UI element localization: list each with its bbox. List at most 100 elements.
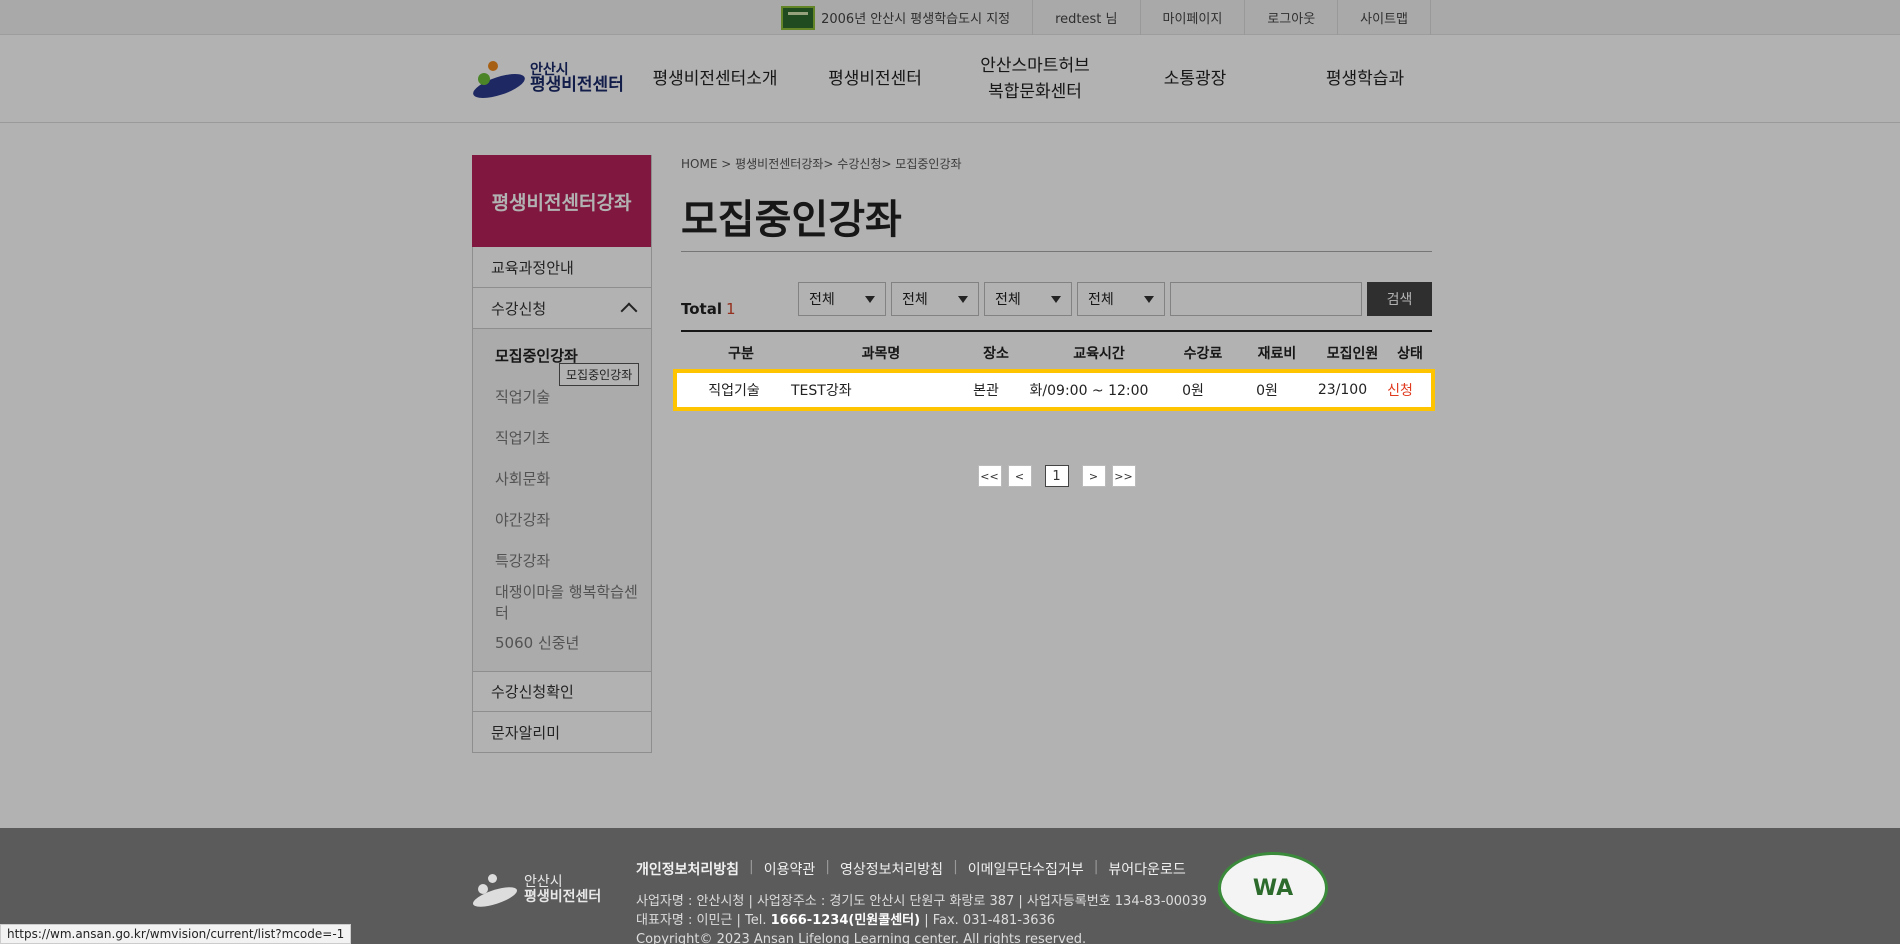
footer-copyright: Copyright© 2023 Ansan Lifelong Learning …	[636, 932, 1087, 944]
sidebar: 평생비전센터강좌 교육과정안내 수강신청 모집중인강좌 모집중인강좌 직업기술 …	[472, 155, 652, 753]
prev-page-button[interactable]: <	[1007, 465, 1032, 487]
nav-item-smarthub[interactable]: 안산스마트허브 복합문화센터	[950, 53, 1120, 106]
cell-course-name[interactable]: TEST강좌	[791, 380, 951, 400]
filter-select-3[interactable]: 전체	[984, 282, 1072, 316]
caret-down-icon	[958, 295, 968, 303]
sidebar-subitem-social-culture[interactable]: 사회문화	[473, 458, 651, 499]
main-nav: 평생비전센터소개 평생비전센터 안산스마트허브 복합문화센터 소통광장 평생학습…	[630, 35, 1460, 123]
sidebar-subitem-village-center[interactable]: 대쟁이마을 행복학습센터	[473, 581, 651, 622]
sidebar-submenu: 모집중인강좌 모집중인강좌 직업기술 직업기초 사회문화 야간강좌 특강강좌 대…	[472, 329, 651, 671]
apply-status-link[interactable]: 신청	[1380, 380, 1420, 400]
cell-fee: 0원	[1182, 383, 1204, 399]
col-header: 구분	[728, 346, 754, 362]
sidebar-item-sms[interactable]: 문자알리미	[472, 712, 651, 753]
sidebar-subitem-night[interactable]: 야간강좌	[473, 499, 651, 540]
award-badge-icon	[781, 5, 816, 30]
top-utility-bar: 2006년 안산시 평생학습도시 지정 redtest 님 마이페이지 로그아웃…	[0, 0, 1900, 35]
footer-link-email-refusal[interactable]: 이메일무단수집거부	[968, 859, 1084, 879]
last-page-button[interactable]: >>	[1111, 465, 1136, 487]
chevron-up-icon[interactable]	[620, 302, 638, 320]
select-value: 전체	[809, 292, 835, 308]
footer-tel: 1666-1234(민원콜센터)	[770, 913, 921, 928]
sidebar-item-label: 수강신청	[491, 299, 547, 318]
cell-category: 직업기술	[708, 383, 760, 399]
sidebar-item-enroll[interactable]: 수강신청	[472, 288, 651, 329]
footer-link-privacy[interactable]: 개인정보처리방침	[636, 859, 739, 879]
site-header: 안산시 평생비전센터 평생비전센터소개 평생비전센터 안산스마트허브 복합문화센…	[0, 35, 1900, 123]
table-header: 구분 과목명 장소 교육시간 수강료 재료비 모집인원 상태	[681, 330, 1432, 374]
main-content: HOME > 평생비전센터강좌> 수강신청> 모집중인강좌 모집중인강좌 Tot…	[681, 155, 1432, 374]
nav-item-center[interactable]: 평생비전센터	[800, 66, 950, 92]
table-row[interactable]: 직업기술 TEST강좌 본관 화/09:00 ~ 12:00 0원 0원 23/…	[673, 369, 1435, 411]
sidebar-item-course-info[interactable]: 교육과정안내	[472, 247, 651, 288]
lifelong-city-badge[interactable]: 2006년 안산시 평생학습도시 지정	[759, 0, 1032, 35]
caret-down-icon	[1051, 295, 1061, 303]
next-page-button[interactable]: >	[1081, 465, 1106, 487]
filter-select-2[interactable]: 전체	[891, 282, 979, 316]
sitemap-link[interactable]: 사이트맵	[1337, 0, 1431, 35]
nav-item-smarthub-line1: 안산스마트허브	[980, 55, 1090, 76]
filter-select-4[interactable]: 전체	[1077, 282, 1165, 316]
logo-text-large: 평생비전센터	[530, 75, 624, 96]
title-divider	[681, 251, 1432, 252]
nav-item-intro[interactable]: 평생비전센터소개	[630, 66, 800, 92]
search-button[interactable]: 검색	[1367, 282, 1432, 316]
user-name: redtest 님	[1032, 0, 1139, 35]
col-header: 모집인원	[1326, 346, 1379, 362]
footer-logo-large: 평생비전센터	[524, 889, 602, 905]
logout-link[interactable]: 로그아웃	[1244, 0, 1337, 35]
page-1-button[interactable]: 1	[1044, 465, 1069, 487]
col-header: 과목명	[861, 346, 901, 362]
footer-link-terms[interactable]: 이용약관	[764, 859, 816, 879]
sidebar-subitem-job-basic[interactable]: 직업기초	[473, 417, 651, 458]
sidebar-item-label: 수강신청확인	[491, 683, 574, 701]
total-number: 1	[725, 300, 736, 318]
footer-info-line2: 대표자명 : 이민근 | Tel. 1666-1234(민원콜센터) | Fax…	[636, 913, 1056, 928]
caret-down-icon	[865, 295, 875, 303]
pagination: << < 1 > >>	[681, 465, 1432, 487]
filter-select-1[interactable]: 전체	[798, 282, 886, 316]
col-header: 상태	[1397, 346, 1423, 362]
sidebar-subitem-job-skill[interactable]: 직업기술	[473, 376, 651, 417]
footer-logo-small: 안산시	[524, 873, 563, 890]
col-header: 교육시간	[1073, 346, 1125, 362]
page-title: 모집중인강좌	[681, 197, 902, 243]
col-header: 수강료	[1183, 346, 1223, 362]
wa-accessibility-mark-icon[interactable]: WA	[1218, 852, 1328, 924]
breadcrumb: HOME > 평생비전센터강좌> 수강신청> 모집중인강좌	[681, 157, 962, 171]
sidebar-item-enroll-check[interactable]: 수강신청확인	[472, 671, 651, 712]
col-header: 재료비	[1257, 346, 1297, 362]
col-header: 장소	[983, 346, 1009, 362]
sidebar-subitem-special[interactable]: 특강강좌	[473, 540, 651, 581]
select-value: 전체	[995, 292, 1021, 308]
logo-mark-icon	[470, 59, 528, 103]
sidebar-subitem-recruiting[interactable]: 모집중인강좌 모집중인강좌	[473, 335, 651, 386]
first-page-button[interactable]: <<	[977, 465, 1002, 487]
total-count: Total 1	[681, 300, 736, 318]
badge-text: 2006년 안산시 평생학습도시 지정	[821, 12, 1011, 27]
nav-item-lifelong-dept[interactable]: 평생학습과	[1270, 66, 1460, 92]
sidebar-title: 평생비전센터강좌	[472, 155, 651, 247]
footer-info-line1: 사업자명 : 안산시청 | 사업장주소 : 경기도 안산시 단원구 화랑로 38…	[636, 894, 1207, 909]
footer-logo-mark-icon	[470, 872, 520, 911]
browser-status-url: https://wm.ansan.go.kr/wmvision/current/…	[0, 924, 352, 944]
footer-info: 사업자명 : 안산시청 | 사업장주소 : 경기도 안산시 단원구 화랑로 38…	[636, 892, 1207, 944]
footer-link-cctv[interactable]: 영상정보처리방침	[840, 859, 943, 879]
sidebar-subitem-5060[interactable]: 5060 신중년	[473, 622, 651, 663]
nav-item-smarthub-line2: 복합문화센터	[988, 82, 1082, 102]
caret-down-icon	[1144, 295, 1154, 303]
mypage-link[interactable]: 마이페이지	[1139, 0, 1245, 35]
cell-material: 0원	[1256, 383, 1278, 399]
filter-row: Total 1 전체 전체 전체 전체 검색	[681, 282, 1432, 318]
footer-links: 개인정보처리방침 | 이용약관 | 영상정보처리방침 | 이메일무단수집거부 | 뷰어다…	[636, 859, 1186, 879]
footer-logo: 안산시 평생비전센터	[470, 872, 602, 911]
select-value: 전체	[902, 292, 928, 308]
footer-link-viewer[interactable]: 뷰어다운로드	[1108, 859, 1185, 879]
cell-time: 화/09:00 ~ 12:00	[1029, 383, 1149, 399]
select-value: 전체	[1088, 292, 1114, 308]
site-logo[interactable]: 안산시 평생비전센터	[470, 59, 624, 103]
search-input[interactable]	[1170, 282, 1362, 316]
sidebar-item-label: 문자알리미	[491, 723, 561, 742]
nav-item-community[interactable]: 소통광장	[1120, 66, 1270, 92]
cell-place: 본관	[973, 383, 999, 399]
